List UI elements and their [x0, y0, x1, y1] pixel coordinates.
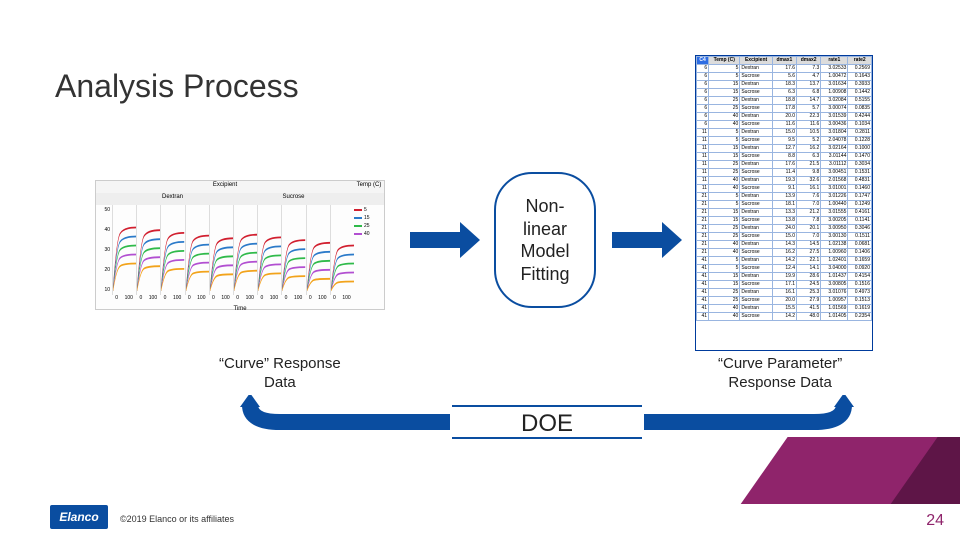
- nonlinear-model-fitting-box: Non-linearModelFitting: [494, 172, 596, 308]
- arrow-doe-to-left: [200, 395, 450, 445]
- caption-curve-response: “Curve” ResponseData: [219, 355, 341, 393]
- arrow-graph-to-model: [410, 222, 480, 258]
- arrow-model-to-table: [612, 222, 682, 258]
- plot-area: [112, 205, 354, 295]
- facet-sub-left: Dextran: [112, 193, 233, 205]
- facet-label-temp: Temp (C): [354, 181, 384, 193]
- copyright: ©2019 Elanco or its affiliates: [120, 514, 234, 524]
- page-number: 24: [926, 512, 944, 530]
- logo: Elanco: [50, 505, 108, 529]
- legend: 5152540: [354, 205, 384, 295]
- doe-box: DOE: [452, 405, 642, 439]
- caption-curve-parameter: “Curve Parameter”Response Data: [718, 355, 842, 393]
- curve-graph-panel: Excipient Temp (C) Dextran Sucrose 50403…: [95, 180, 385, 310]
- parameter-table: C4Temp (C)Excipientdmax1dmax2rate1rate26…: [695, 55, 873, 351]
- x-ticks: 0100010001000100010001000100010001000100: [112, 295, 354, 305]
- facet-sub-right: Sucrose: [233, 193, 354, 205]
- facet-label-excipient: Excipient: [96, 181, 354, 193]
- x-axis-label: Time: [96, 306, 384, 312]
- page-title: Analysis Process: [55, 68, 299, 105]
- y-axis: 5040302010: [96, 205, 112, 295]
